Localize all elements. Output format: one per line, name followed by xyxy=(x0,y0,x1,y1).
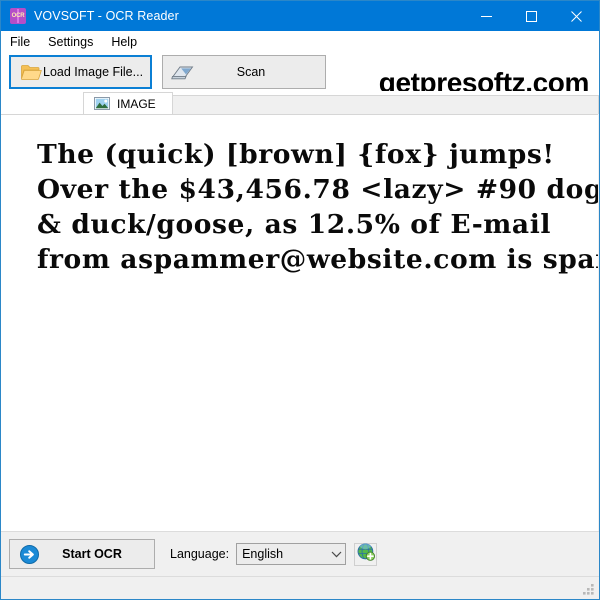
menu-item-settings[interactable]: Settings xyxy=(48,33,102,51)
chevron-down-icon xyxy=(327,551,345,558)
minimize-icon[interactable] xyxy=(464,1,509,31)
load-image-file-button[interactable]: Load Image File... xyxy=(9,55,152,89)
menu-item-help[interactable]: Help xyxy=(111,33,146,51)
ocr-sample-line-4: from aspammer@website.com is spam. xyxy=(37,244,598,275)
load-image-file-label: Load Image File... xyxy=(43,65,144,79)
tab-image-label: IMAGE xyxy=(117,96,156,111)
status-bar xyxy=(1,576,599,599)
image-preview-panel[interactable]: The (quick) [brown] {fox} jumps! Over th… xyxy=(1,114,598,531)
ocr-sample-line-1: The (quick) [brown] {fox} jumps! xyxy=(37,139,555,170)
scan-label: Scan xyxy=(236,65,266,79)
resize-grip-icon[interactable] xyxy=(583,584,596,597)
tab-strip-filler xyxy=(172,95,599,114)
language-select[interactable]: English xyxy=(236,543,347,565)
ocr-sample-line-3: & duck/goose, as 12.5% of E-mail xyxy=(37,209,552,240)
scanner-icon xyxy=(171,63,195,81)
application-window: OCR VOVSOFT - OCR Reader File Settings H… xyxy=(0,0,600,600)
picture-icon xyxy=(94,97,110,110)
window-title: VOVSOFT - OCR Reader xyxy=(34,9,179,23)
menu-bar: File Settings Help xyxy=(1,31,599,53)
ocr-sample-text: The (quick) [brown] {fox} jumps! Over th… xyxy=(37,137,598,277)
language-label: Language: xyxy=(170,547,230,561)
start-ocr-label: Start OCR xyxy=(62,547,122,561)
globe-add-icon xyxy=(357,543,375,566)
menu-item-file[interactable]: File xyxy=(10,33,39,51)
start-ocr-button[interactable]: Start OCR xyxy=(9,539,155,569)
title-bar: OCR VOVSOFT - OCR Reader xyxy=(1,1,599,31)
maximize-icon[interactable] xyxy=(509,1,554,31)
ocr-sample-line-2: Over the $43,456.78 <lazy> #90 dog xyxy=(37,174,598,205)
scan-button[interactable]: Scan xyxy=(162,55,326,89)
language-selected-value: English xyxy=(242,547,284,561)
action-bar: Start OCR Language: English xyxy=(1,531,599,576)
app-icon-label: OCR xyxy=(11,13,25,19)
tab-image[interactable]: IMAGE xyxy=(83,92,173,114)
open-folder-icon xyxy=(19,64,43,81)
close-icon[interactable] xyxy=(554,1,599,31)
tab-strip: IMAGE xyxy=(1,91,599,114)
blue-arrow-right-icon xyxy=(16,544,42,564)
add-language-button[interactable] xyxy=(354,542,378,566)
ocr-app-icon: OCR xyxy=(10,8,26,24)
window-controls xyxy=(464,1,599,31)
toolbar: Load Image File... Scan getpresoftz.com xyxy=(1,53,599,98)
